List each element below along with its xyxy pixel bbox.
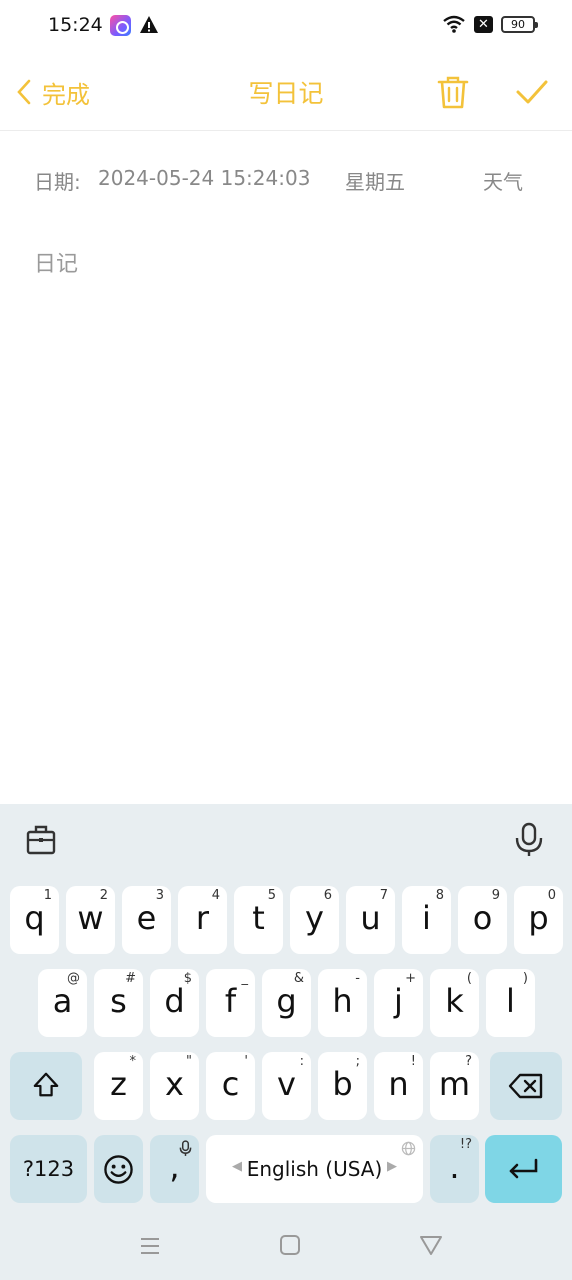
- key-e[interactable]: 3e: [122, 886, 171, 954]
- key-v[interactable]: :v: [262, 1052, 311, 1120]
- shift-icon: [33, 1072, 59, 1097]
- checkmark-icon[interactable]: [514, 76, 550, 108]
- enter-key[interactable]: [485, 1135, 562, 1203]
- period-key[interactable]: !? .: [430, 1135, 479, 1203]
- key-f[interactable]: _ f: [206, 969, 255, 1037]
- trash-icon[interactable]: [436, 74, 470, 110]
- soft-keyboard: 1q 2w 3e 4r 5t 6y 7u 8i 9o 0p @ a # s $ d _…: [0, 804, 572, 1220]
- home-icon[interactable]: [279, 1234, 301, 1256]
- recent-apps-icon[interactable]: [139, 1235, 161, 1257]
- key-z[interactable]: * z: [94, 1052, 143, 1120]
- key-r[interactable]: 4r: [178, 886, 227, 954]
- navigation-bar: [0, 1220, 572, 1280]
- page-title: 写日记: [248, 79, 324, 108]
- globe-icon: [401, 1141, 416, 1156]
- symbols-key[interactable]: ?123: [10, 1135, 87, 1203]
- key-w[interactable]: 2w: [66, 886, 115, 954]
- key-y[interactable]: 6y: [290, 886, 339, 954]
- date-value[interactable]: 2024-05-24 15:24:03: [98, 166, 310, 190]
- entry-info-row: 日期: 2024-05-24 15:24:03 星期五 天气: [0, 160, 572, 200]
- diary-input[interactable]: [34, 244, 534, 284]
- key-d[interactable]: $ d: [150, 969, 199, 1037]
- key-b[interactable]: ; b: [318, 1052, 367, 1120]
- key-s[interactable]: # s: [94, 969, 143, 1037]
- status-time: 15:24: [48, 14, 103, 36]
- date-label: 日期:: [34, 170, 81, 194]
- weekday-label: 星期五: [345, 170, 405, 194]
- space-key[interactable]: ◀ English (USA) ▶: [206, 1135, 423, 1203]
- warning-icon: [140, 16, 158, 33]
- status-bar: 15:24 ✕ 90: [0, 0, 572, 52]
- key-q[interactable]: 1q: [10, 886, 59, 954]
- comma-key[interactable]: ,: [150, 1135, 199, 1203]
- app-notification-icon: [110, 15, 131, 36]
- key-u[interactable]: 7u: [346, 886, 395, 954]
- emoji-key[interactable]: [94, 1135, 143, 1203]
- space-right-arrow-icon: ▶: [387, 1159, 397, 1174]
- shift-key[interactable]: [10, 1052, 82, 1120]
- backspace-key[interactable]: [490, 1052, 562, 1120]
- back-triangle-icon[interactable]: [419, 1234, 443, 1256]
- key-l[interactable]: ) l: [486, 969, 535, 1037]
- key-c[interactable]: ' c: [206, 1052, 255, 1120]
- key-x[interactable]: " x: [150, 1052, 199, 1120]
- key-i[interactable]: 8i: [402, 886, 451, 954]
- microphone-icon[interactable]: [514, 822, 544, 858]
- weather-selector[interactable]: 天气: [483, 166, 523, 195]
- key-o[interactable]: 9o: [458, 886, 507, 954]
- key-n[interactable]: ! n: [374, 1052, 423, 1120]
- key-j[interactable]: + j: [374, 969, 423, 1037]
- key-g[interactable]: & g: [262, 969, 311, 1037]
- keyboard-toolbar: [0, 804, 572, 880]
- key-k[interactable]: (k: [430, 969, 479, 1037]
- enter-icon: [509, 1158, 538, 1179]
- no-sim-icon: ✕: [474, 16, 493, 33]
- key-p[interactable]: 0p: [514, 886, 563, 954]
- app-header: 完成 写日记: [0, 52, 572, 131]
- backspace-icon: [508, 1073, 543, 1099]
- key-a[interactable]: @ a: [38, 969, 87, 1037]
- clipboard-icon[interactable]: [26, 824, 56, 856]
- key-t[interactable]: 5t: [234, 886, 283, 954]
- key-m[interactable]: ? m: [430, 1052, 479, 1120]
- battery-icon: 90: [501, 16, 538, 33]
- key-h[interactable]: -h: [318, 969, 367, 1037]
- wifi-icon: [443, 15, 465, 33]
- emoji-icon: [104, 1155, 133, 1184]
